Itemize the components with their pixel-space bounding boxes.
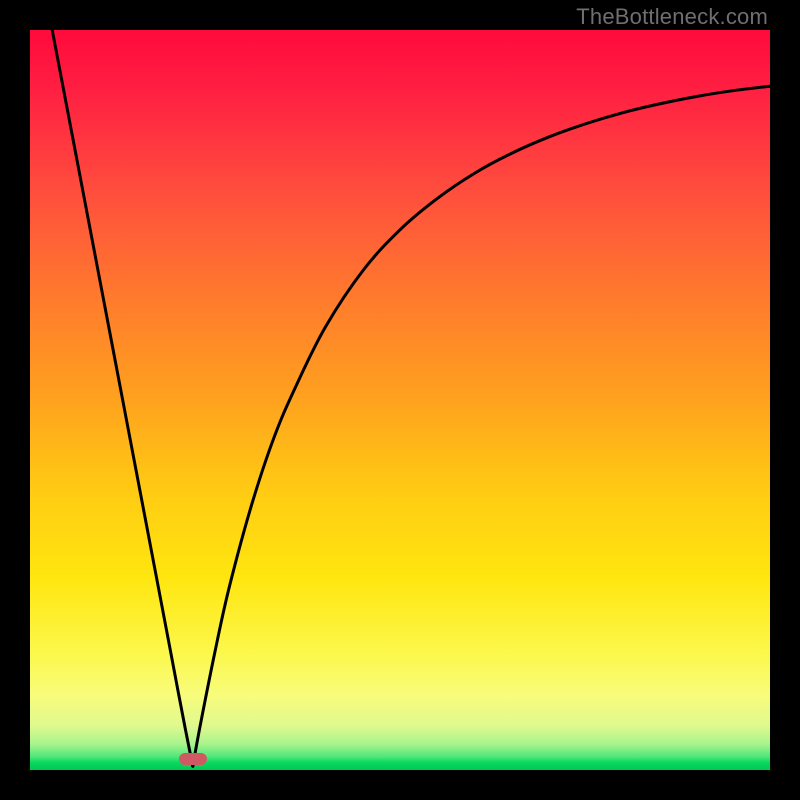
curve-right-arm — [193, 86, 770, 766]
curve-left-arm — [52, 30, 193, 766]
watermark-text: TheBottleneck.com — [576, 4, 768, 30]
chart-frame: TheBottleneck.com — [0, 0, 800, 800]
plot-area — [30, 30, 770, 770]
bottleneck-marker — [179, 753, 207, 765]
curve-layer — [30, 30, 770, 770]
